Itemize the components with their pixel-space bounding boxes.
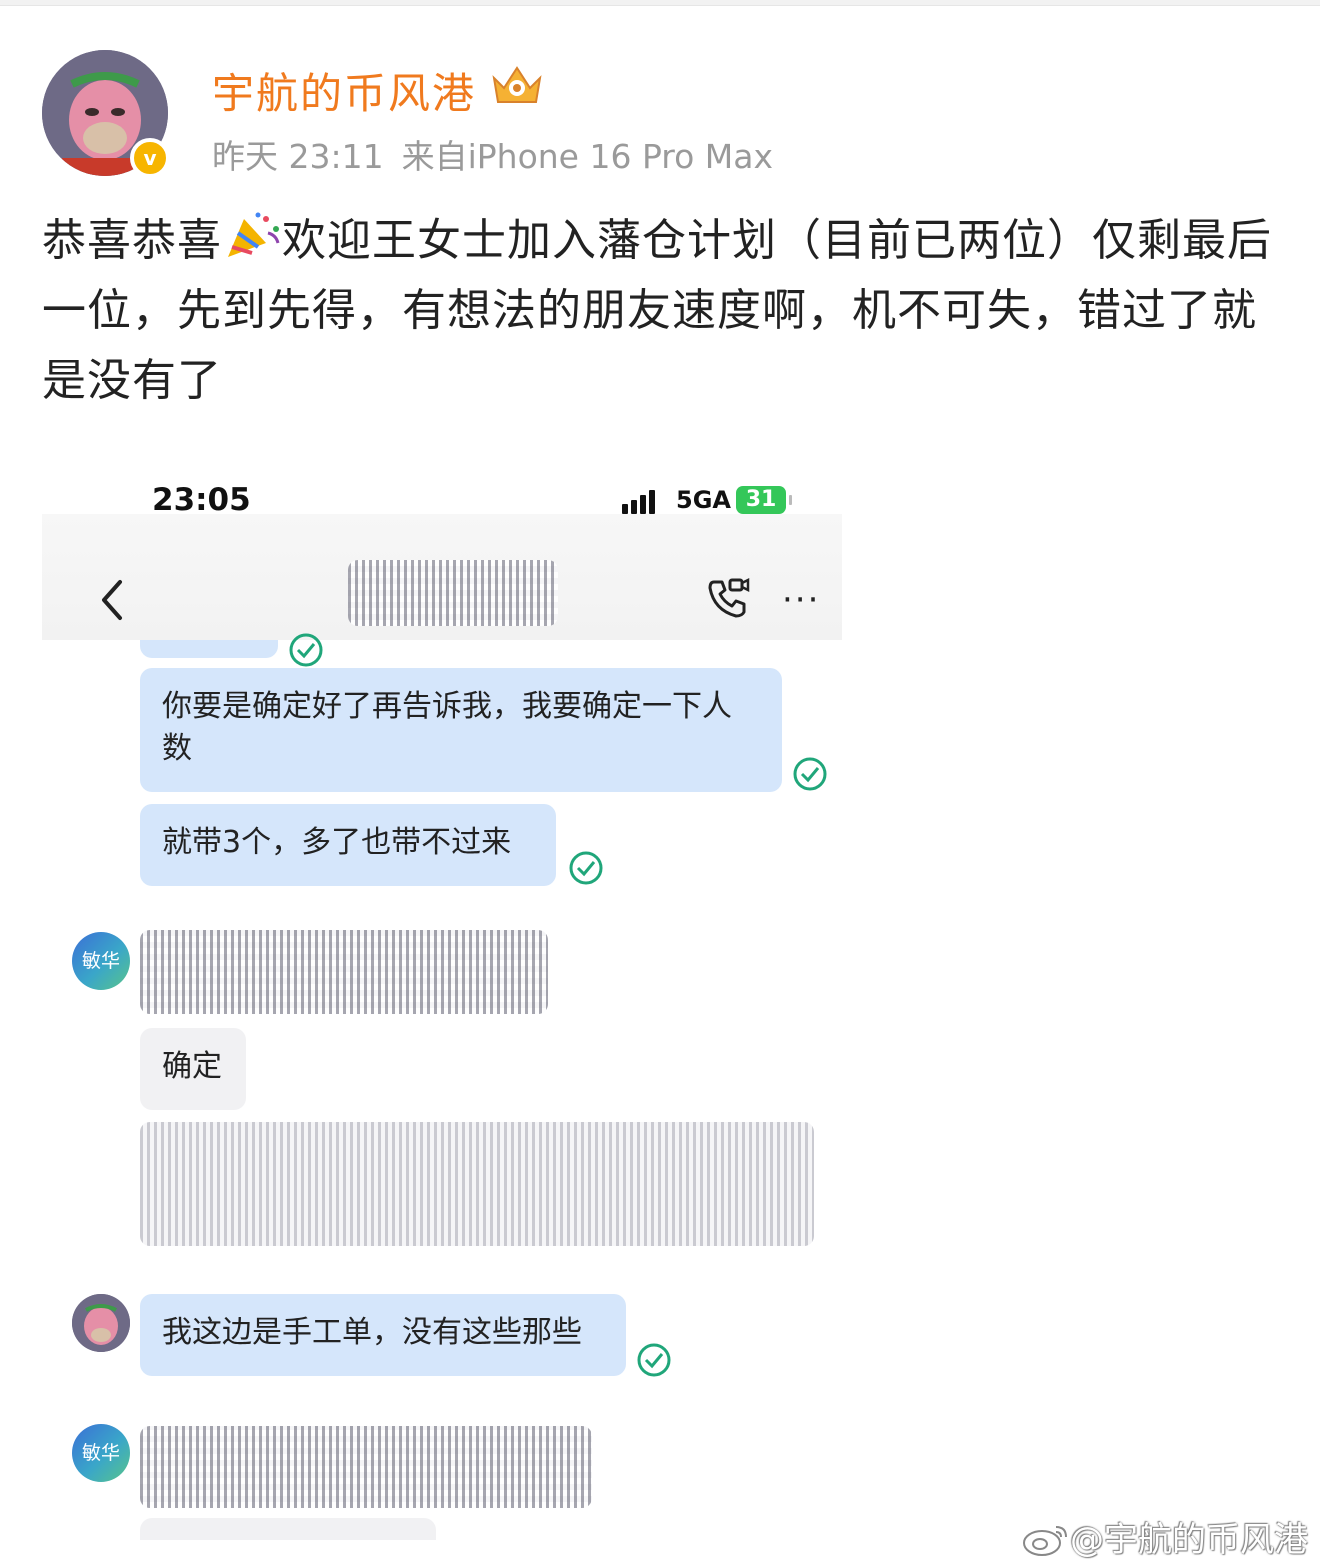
post-text-start: 恭喜恭喜 [42, 215, 222, 266]
party-popper-icon [228, 212, 280, 257]
my-message-bubble[interactable]: 就带3个，多了也带不过来 [140, 804, 556, 886]
username[interactable]: 宇航的币风港 [212, 60, 476, 121]
my-avatar[interactable] [72, 1294, 130, 1352]
my-message-bubble[interactable]: 你要是确定好了再告诉我，我要确定一下人数 [140, 668, 782, 792]
ape-avatar-image [72, 1294, 130, 1352]
read-check-icon [569, 851, 603, 885]
blurred-message [140, 1122, 814, 1246]
status-time: 23:05 [152, 482, 251, 518]
post-body: 恭喜恭喜 欢迎王女士加入藩仓计划（目前已两位）仅剩最后一位，先到先得，有想法的朋… [42, 206, 1292, 416]
post-source: 来自iPhone 16 Pro Max [401, 137, 774, 176]
weibo-logo-icon [1023, 1526, 1067, 1556]
battery-icon: 31 [736, 486, 792, 514]
blurred-message [140, 930, 548, 1014]
watermark-text: @宇航的币风港 [1070, 1520, 1308, 1560]
signal-icon [622, 490, 658, 514]
contact-message-bubble[interactable]: 确定 [140, 1028, 246, 1110]
post-meta: 昨天 23:11 来自iPhone 16 Pro Max [212, 130, 773, 178]
contact-avatar[interactable]: 敏华 [72, 932, 130, 990]
verified-badge-icon: v [130, 138, 170, 178]
my-message-bubble[interactable]: 我这边是手工单，没有这些那些 [140, 1294, 626, 1376]
partial-message-bubble [140, 1518, 436, 1540]
read-check-icon [793, 757, 827, 791]
watermark: @宇航的币风港 [1022, 1512, 1308, 1561]
chat-screenshot: 23:05 5GA 31 ··· 你要是确定好了再告诉我，我要确定一下人数 就带… [42, 470, 842, 1540]
more-icon[interactable]: ··· [782, 580, 820, 620]
crown-badge-icon [492, 66, 542, 103]
network-label: 5GA [676, 486, 731, 514]
partial-message-bubble [140, 640, 278, 658]
blurred-message [140, 1426, 592, 1508]
read-check-icon [637, 1343, 671, 1377]
blurred-contact-name [348, 560, 558, 626]
video-call-icon[interactable] [706, 576, 750, 620]
post-time: 昨天 23:11 [212, 137, 384, 176]
contact-avatar[interactable]: 敏华 [72, 1424, 130, 1482]
top-divider [0, 0, 1320, 6]
back-icon[interactable] [98, 578, 128, 622]
read-check-icon [289, 633, 323, 667]
